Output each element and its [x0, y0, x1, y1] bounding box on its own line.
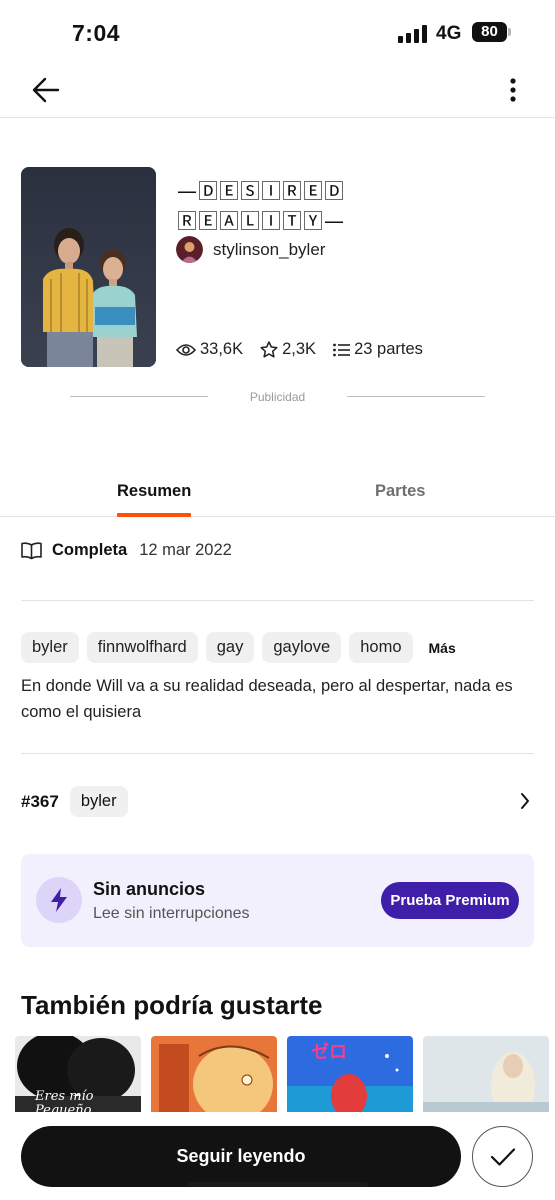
arrow-left-icon [32, 77, 60, 103]
story-title-line-2: 🅁🄴🄰🄻🄸🅃🅈— [177, 209, 345, 233]
recommended-story-card[interactable] [423, 1036, 549, 1120]
story-cover-image[interactable] [21, 167, 156, 367]
premium-title: Sin anuncios [93, 879, 206, 899]
votes-count: 2,3K [282, 340, 317, 358]
parts-stat: 23 partes [333, 340, 423, 359]
tab-resumen[interactable]: Resumen [117, 482, 191, 501]
story-title-line-1: —🄳🄴🅂🄸🅁🄴🄳 [177, 179, 345, 203]
continue-reading-button[interactable]: Seguir leyendo [21, 1126, 461, 1187]
ranking-row[interactable]: #367 byler [21, 786, 534, 817]
status-date: 12 mar 2022 [139, 541, 232, 559]
story-tabs: Resumen Partes [0, 470, 555, 517]
bottom-action-bar: Seguir leyendo [0, 1112, 555, 1200]
recommended-story-card[interactable]: Eres mío Pequeño [15, 1036, 141, 1120]
ad-placeholder: Publicidad [70, 388, 485, 406]
premium-promo-card: Sin anuncios Lee sin interrupciones Prue… [21, 854, 534, 947]
recommendations-carousel: Eres mío Pequeño ゼロ [15, 1036, 555, 1120]
ad-divider-right [347, 396, 485, 397]
back-button[interactable] [28, 74, 64, 106]
author-link[interactable]: stylinson_byler [176, 236, 325, 263]
author-avatar [176, 236, 203, 263]
cellular-signal-icon [398, 25, 427, 43]
premium-subtitle: Lee sin interrupciones [93, 905, 250, 922]
author-name: stylinson_byler [213, 239, 326, 259]
more-vertical-icon [510, 78, 516, 102]
more-tags-button[interactable]: Más [429, 640, 456, 656]
chevron-right-icon [521, 793, 529, 809]
story-description: En donde Will va a su realidad deseada, … [21, 677, 513, 721]
tag-chip[interactable]: gay [205, 632, 255, 663]
tag-list: byler finnwolfhard gay gaylove homo Más [21, 632, 456, 663]
top-navigation-bar [0, 62, 555, 118]
checkmark-icon [490, 1147, 515, 1166]
network-type: 4G [436, 23, 462, 44]
list-icon [333, 343, 351, 356]
recommendations-title: También podría gustarte [21, 990, 323, 1020]
open-book-icon [21, 541, 42, 559]
section-divider [21, 600, 534, 601]
completion-status: Completa 12 mar 2022 [21, 541, 232, 560]
recommended-story-card[interactable]: ゼロ [287, 1036, 413, 1120]
recommended-story-card[interactable] [151, 1036, 277, 1120]
svg-text:ゼロ: ゼロ [311, 1041, 347, 1063]
parts-count: 23 partes [354, 340, 423, 358]
tab-partes[interactable]: Partes [375, 482, 425, 501]
rank-number: #367 [21, 791, 59, 811]
section-divider [21, 753, 534, 754]
tag-chip[interactable]: gaylove [262, 632, 342, 663]
reads-stat: 33,6K [176, 340, 243, 359]
battery-level: 80 [472, 22, 507, 42]
ad-divider-left [70, 396, 208, 397]
votes-stat: 2,3K [260, 340, 316, 359]
status-time: 7:04 [72, 20, 121, 46]
battery-icon: 80 [472, 22, 511, 42]
ad-label: Publicidad [249, 390, 306, 404]
status-bar: 7:04 4G 80 [0, 0, 555, 62]
tag-chip[interactable]: finnwolfhard [86, 632, 198, 663]
lightning-icon [36, 877, 82, 923]
eye-icon [176, 343, 196, 356]
home-indicator [188, 1182, 368, 1187]
reads-count: 33,6K [200, 340, 244, 358]
more-options-button[interactable] [498, 74, 528, 106]
status-label: Completa [52, 541, 128, 559]
tag-chip[interactable]: byler [21, 632, 79, 663]
story-stats: 33,6K 2,3K 23 partes [176, 340, 440, 359]
tag-chip[interactable]: homo [349, 632, 413, 663]
story-title: —🄳🄴🅂🄸🅁🄴🄳 🅁🄴🄰🄻🄸🅃🅈— [177, 176, 477, 236]
cover-illustration [21, 167, 156, 367]
active-tab-indicator [117, 513, 191, 517]
add-to-library-button[interactable] [472, 1126, 533, 1187]
star-icon [260, 341, 278, 358]
rank-tag: byler [69, 786, 128, 817]
try-premium-button[interactable]: Prueba Premium [381, 882, 519, 919]
